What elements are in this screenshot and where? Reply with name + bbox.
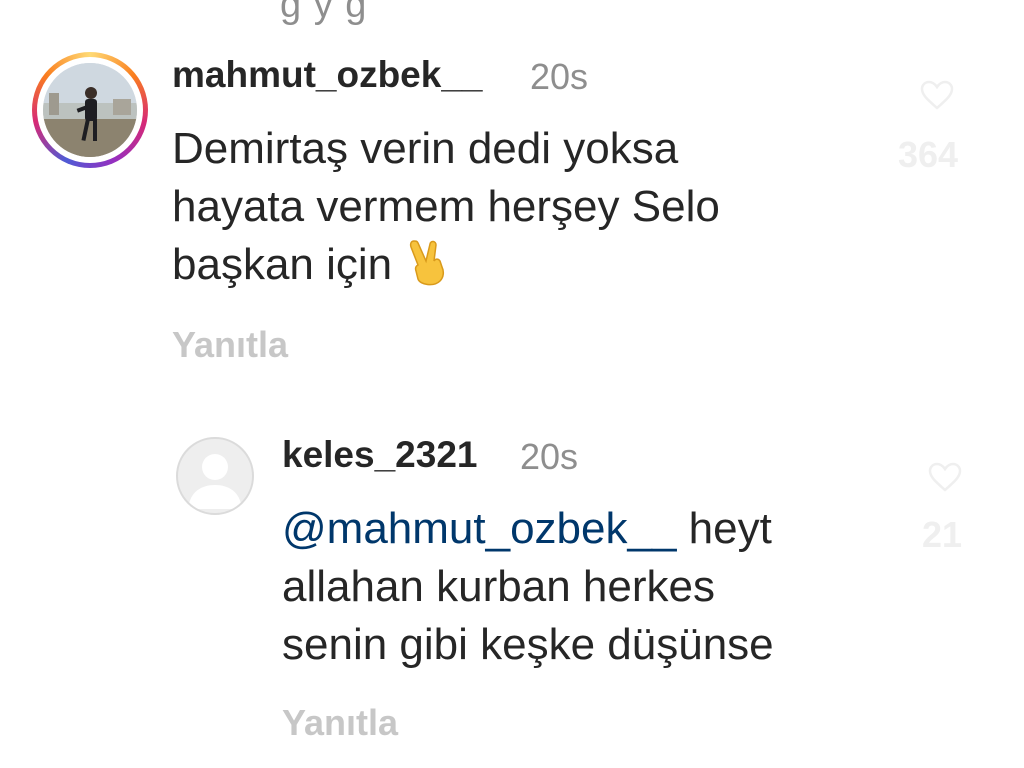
profile-photo <box>43 63 137 157</box>
avatar[interactable] <box>32 52 148 168</box>
comment-line: heyt <box>688 504 772 553</box>
victory-hand-emoji-icon <box>404 237 448 302</box>
comment-line: hayata vermem herşey Selo <box>172 182 720 231</box>
comment-timestamp: 20s <box>530 56 589 97</box>
comment-line-last: başkan için <box>172 236 872 302</box>
default-user-icon <box>188 454 242 509</box>
cropped-text-fragment: g y g <box>280 0 368 26</box>
avatar[interactable] <box>176 437 254 515</box>
comment-text: Demirtaş verin dedi yoksa hayata vermem … <box>172 120 872 302</box>
comment-line: başkan için <box>172 240 393 289</box>
heart-icon[interactable] <box>920 80 954 110</box>
comment-line: Demirtaş verin dedi yoksa <box>172 124 679 173</box>
mention-link[interactable]: @mahmut_ozbek__ <box>282 504 676 553</box>
reply-button[interactable]: Yanıtla <box>172 324 288 366</box>
heart-icon[interactable] <box>928 462 962 492</box>
comment-timestamp: 20s <box>520 436 579 477</box>
like-count: 21 <box>922 514 963 555</box>
person-photo-icon <box>43 63 137 157</box>
comment-line-first: @mahmut_ozbek__ heyt <box>282 500 902 558</box>
reply-button[interactable]: Yanıtla <box>282 702 398 744</box>
comment-line: senin gibi keşke düşünse <box>282 620 774 669</box>
comment-text: @mahmut_ozbek__ heyt allahan kurban herk… <box>282 500 902 674</box>
comment-username[interactable]: keles_2321 <box>282 434 477 476</box>
like-count: 364 <box>898 134 959 175</box>
story-ring <box>37 57 143 163</box>
comment-line: allahan kurban herkes <box>282 562 715 611</box>
comment-username[interactable]: mahmut_ozbek__ <box>172 54 483 96</box>
